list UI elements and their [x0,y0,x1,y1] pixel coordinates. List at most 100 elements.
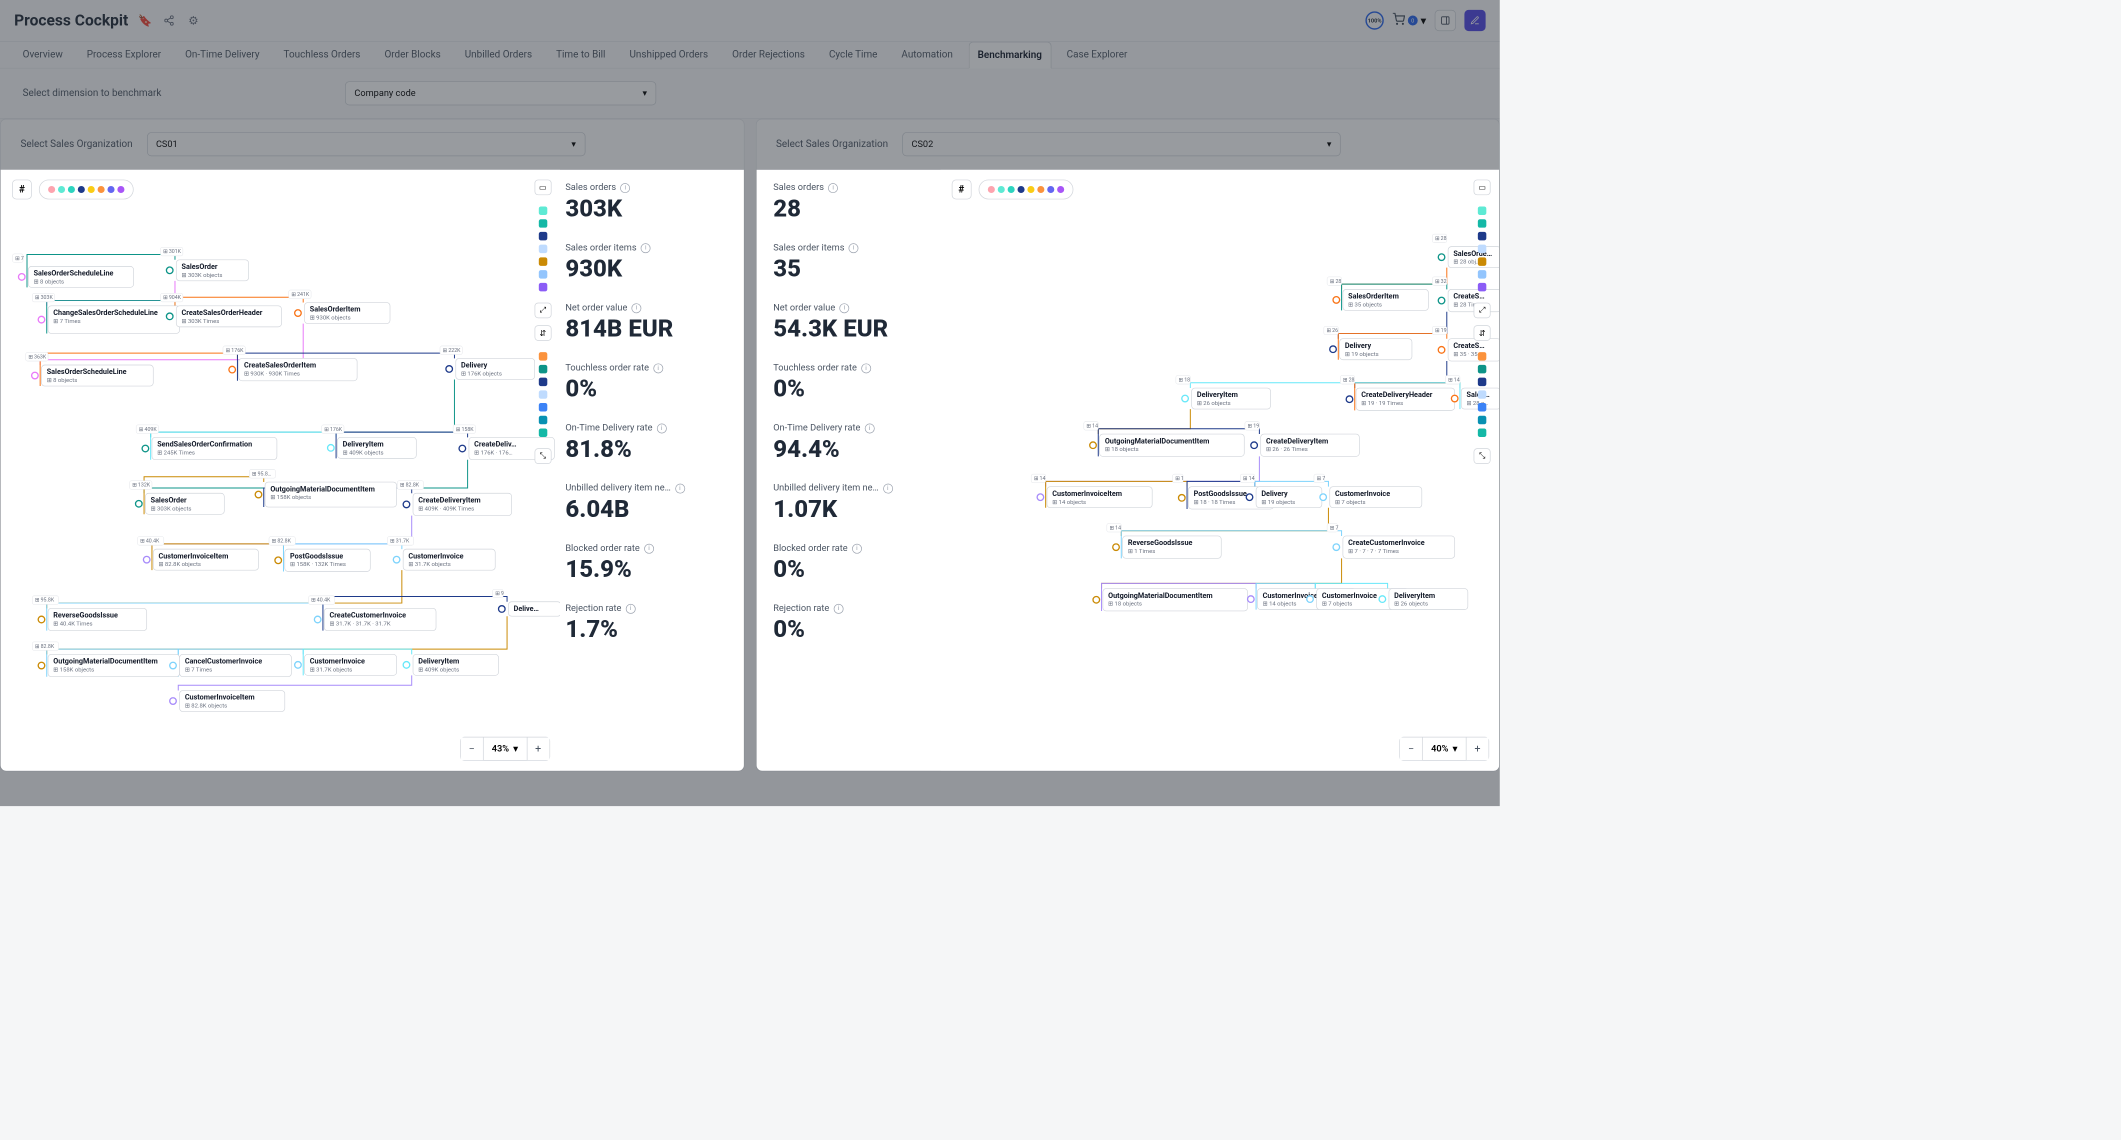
legend-sq[interactable] [1478,352,1486,360]
dimension-select[interactable]: Company code ▾ [345,81,656,105]
zoom-in-btn[interactable]: + [526,738,549,761]
legend-sq[interactable] [538,352,546,360]
fullscreen-btn[interactable]: ⤡ [1474,448,1491,464]
zoom-out-btn[interactable]: − [1400,738,1423,761]
bookmark-icon[interactable]: 🔖 [138,13,152,27]
info-icon[interactable]: i [644,543,654,553]
cart-button[interactable]: 0 ▾ [1392,13,1426,29]
svg-text:⊞ 18 objects: ⊞ 18 objects [1104,447,1138,453]
layout-btn[interactable]: ▭ [534,180,551,196]
zoom-in-btn[interactable]: + [1466,738,1489,761]
tab-cycle-time[interactable]: Cycle Time [820,42,885,68]
panel-head: Select Sales OrganizationCS01▾ [1,119,744,169]
svg-text:⊞ 303K Times: ⊞ 303K Times [182,319,220,325]
legend-sq[interactable] [1478,390,1486,398]
expand-btn[interactable]: ⤢ [534,303,551,319]
metric-value: 0% [773,375,934,403]
legend-sq[interactable] [1478,257,1486,265]
legend-sq[interactable] [1478,378,1486,386]
info-icon[interactable]: i [883,483,893,493]
collapse-btn[interactable]: ⇵ [1474,325,1491,341]
svg-text:⊞ 176K: ⊞ 176K [226,348,245,354]
legend-sq[interactable] [1478,416,1486,424]
tab-case-explorer[interactable]: Case Explorer [1058,42,1136,68]
info-icon[interactable]: i [865,423,875,433]
legend-sq[interactable] [1478,365,1486,373]
tab-process-explorer[interactable]: Process Explorer [78,42,169,68]
legend-sq[interactable] [1478,403,1486,411]
legend-sq[interactable] [1478,283,1486,291]
share-icon[interactable] [162,13,176,27]
info-icon[interactable]: i [641,243,651,253]
info-icon[interactable]: i [653,363,663,373]
legend-sq[interactable] [538,283,546,291]
expand-btn[interactable]: ⤢ [1474,303,1491,319]
metric: Sales order items i35 [773,243,934,283]
metric-value: 814B EUR [565,315,730,343]
hash-button[interactable]: # [951,180,971,200]
legend-sq[interactable] [538,232,546,240]
tab-automation[interactable]: Automation [893,42,961,68]
process-graph[interactable]: #▭⤢⇵⤡−43%▾+⊞ 7⊞ 301K⊞ 303K⊞ 904K⊞ 241K⊞ … [1,170,560,771]
tab-benchmarking[interactable]: Benchmarking [968,42,1051,69]
process-graph[interactable]: #▭⤢⇵⤡−40%▾+⊞ 28⊞ 28⊞ 32⊞ 26⊞ 19⊞ 28⊞ 14⊞… [940,170,1499,771]
layout-btn[interactable]: ▭ [1474,180,1491,196]
zoom-out-btn[interactable]: − [461,738,484,761]
legend-sq[interactable] [538,365,546,373]
info-icon[interactable]: i [626,604,636,614]
info-icon[interactable]: i [657,423,667,433]
gear-icon[interactable]: ⚙ [186,13,200,27]
legend-pill[interactable] [39,180,134,200]
svg-text:⊞ 14: ⊞ 14 [1033,476,1045,482]
info-icon[interactable]: i [849,243,859,253]
legend-sq[interactable] [1478,245,1486,253]
info-icon[interactable]: i [834,604,844,614]
legend-sq[interactable] [1478,206,1486,214]
tab-touchless-orders[interactable]: Touchless Orders [275,42,369,68]
info-icon[interactable]: i [675,483,685,493]
legend-sq[interactable] [1478,232,1486,240]
info-icon[interactable]: i [632,303,642,313]
info-icon[interactable]: i [861,363,871,373]
sales-org-select[interactable]: CS01▾ [147,132,585,156]
tab-order-rejections[interactable]: Order Rejections [724,42,814,68]
info-icon[interactable]: i [828,183,838,193]
legend-sq[interactable] [538,257,546,265]
metric-label: Touchless order rate i [773,363,934,374]
legend-sq[interactable] [538,206,546,214]
info-icon[interactable]: i [839,303,849,313]
svg-text:⊞ 95.8K: ⊞ 95.8K [35,598,55,604]
edit-button[interactable] [1464,10,1485,31]
hash-button[interactable]: # [12,180,32,200]
collapse-btn[interactable]: ⇵ [534,325,551,341]
tab-on-time-delivery[interactable]: On-Time Delivery [177,42,268,68]
tab-time-to-bill[interactable]: Time to Bill [548,42,614,68]
tab-unbilled-orders[interactable]: Unbilled Orders [456,42,540,68]
legend-sq[interactable] [1478,219,1486,227]
svg-text:⊞ 158K · 132K Times: ⊞ 158K · 132K Times [290,562,346,568]
svg-text:⊞ 82.8K: ⊞ 82.8K [400,483,420,489]
tab-unshipped-orders[interactable]: Unshipped Orders [621,42,717,68]
legend-sq[interactable] [1478,270,1486,278]
legend-sq[interactable] [538,416,546,424]
info-icon[interactable]: i [620,183,630,193]
legend-sq[interactable] [538,403,546,411]
fullscreen-btn[interactable]: ⤡ [534,448,551,464]
tab-order-blocks[interactable]: Order Blocks [376,42,449,68]
legend-sq[interactable] [538,219,546,227]
legend-sq[interactable] [538,245,546,253]
svg-text:⊞ 132K: ⊞ 132K [132,483,151,489]
legend-sq[interactable] [538,378,546,386]
svg-text:CreateCustomerInvoice: CreateCustomerInvoice [330,611,407,620]
info-icon[interactable]: i [852,543,862,553]
legend-sq[interactable] [538,390,546,398]
sales-org-select[interactable]: CS02▾ [902,132,1340,156]
tab-overview[interactable]: Overview [14,42,71,68]
legend-sq[interactable] [538,270,546,278]
panel-toggle-button[interactable] [1435,10,1456,31]
legend-pill[interactable] [978,180,1073,200]
svg-text:⊞ 26: ⊞ 26 [1326,328,1338,334]
legend-sq[interactable] [538,429,546,437]
metric-label: Rejection rate i [565,603,730,614]
legend-sq[interactable] [1478,429,1486,437]
